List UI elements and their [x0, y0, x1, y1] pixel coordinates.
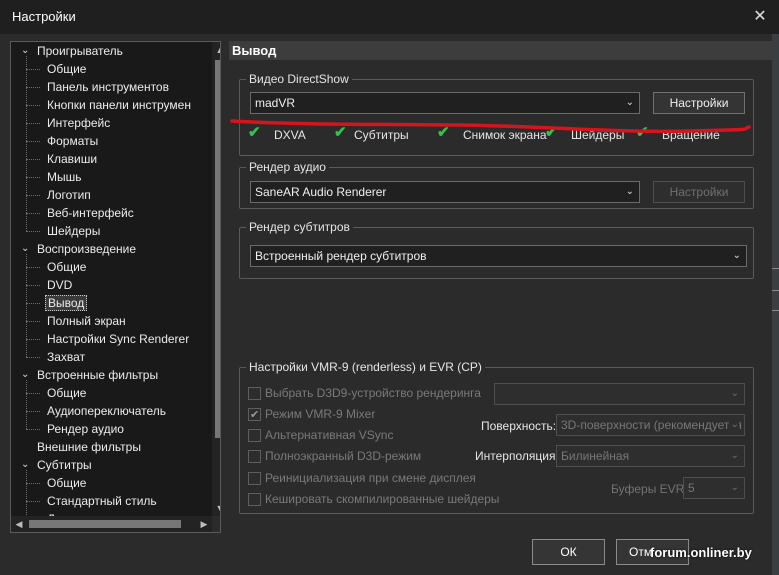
chevron-down-icon: ⌄	[728, 415, 739, 435]
interpolation-label: Интерполяция:	[475, 449, 559, 463]
checkbox-box[interactable]	[248, 429, 261, 442]
chevron-down-icon: ⌄	[730, 388, 739, 399]
chevron-down-icon: ⌄	[625, 186, 634, 197]
evr-buffers-label: Буферы EVR:	[611, 482, 688, 496]
checkbox-label: Режим VMR-9 Mixer	[265, 407, 376, 421]
checkbox-box[interactable]	[248, 450, 261, 463]
ok-button[interactable]: ОК	[532, 539, 605, 565]
audio-renderer-select[interactable]: SaneAR Audio Renderer ⌄	[250, 181, 640, 203]
chevron-down-icon: ⌄	[730, 450, 739, 461]
checkbox-label: Полноэкранный D3D-режим	[265, 449, 422, 463]
chevron-down-icon: ⌄	[730, 482, 739, 493]
checkbox-label: Реинициализация при смене дисплея	[265, 471, 476, 485]
watermark-text: forum.onliner.by	[650, 545, 752, 560]
checkbox-box[interactable]	[248, 472, 261, 485]
chevron-down-icon: ⌄	[732, 250, 741, 261]
checkbox-box[interactable]	[248, 387, 261, 400]
evr-buffers-select[interactable]: 5 ⌄	[683, 477, 745, 499]
audio-renderer-value: SaneAR Audio Renderer	[255, 185, 387, 199]
interpolation-select[interactable]: Билинейная ⌄	[556, 445, 745, 467]
checkbox-box[interactable]	[248, 493, 261, 506]
checkbox-label: Кешировать скомпилированные шейдеры	[265, 492, 500, 506]
interpolation-value: Билинейная	[561, 449, 630, 463]
surface-value: 3D-поверхности (рекомендуется	[561, 418, 742, 432]
surface-label: Поверхность:	[481, 419, 557, 433]
checkbox-label: Выбрать D3D9-устройство рендеринга	[265, 386, 481, 400]
surface-select[interactable]: 3D-поверхности (рекомендуется ⌄	[556, 414, 745, 436]
subs-group-title: Рендер субтитров	[246, 219, 353, 235]
checkbox-box[interactable]	[248, 407, 261, 423]
audio-renderer-group: Рендер аудио SaneAR Audio Renderer ⌄ Нас…	[239, 159, 754, 209]
settings-window: Настройки ✕ ⌄ Проигрыватель Общие Панель ин…	[0, 0, 779, 575]
subtitle-renderer-value: Встроенный рендер субтитров	[255, 249, 427, 263]
evr-buffers-value: 5	[688, 481, 695, 495]
audio-settings-button[interactable]: Настройки	[653, 181, 745, 203]
checkbox-label: Альтернативная VSync	[265, 428, 394, 442]
vmr-group-title: Настройки VMR-9 (renderless) и EVR (CP)	[246, 359, 485, 375]
audio-group-title: Рендер аудио	[246, 159, 329, 175]
d3d9-device-select[interactable]: ⌄	[494, 383, 745, 405]
subtitle-renderer-group: Рендер субтитров Встроенный рендер субти…	[239, 219, 754, 279]
subtitle-renderer-select[interactable]: Встроенный рендер субтитров ⌄	[250, 245, 747, 267]
